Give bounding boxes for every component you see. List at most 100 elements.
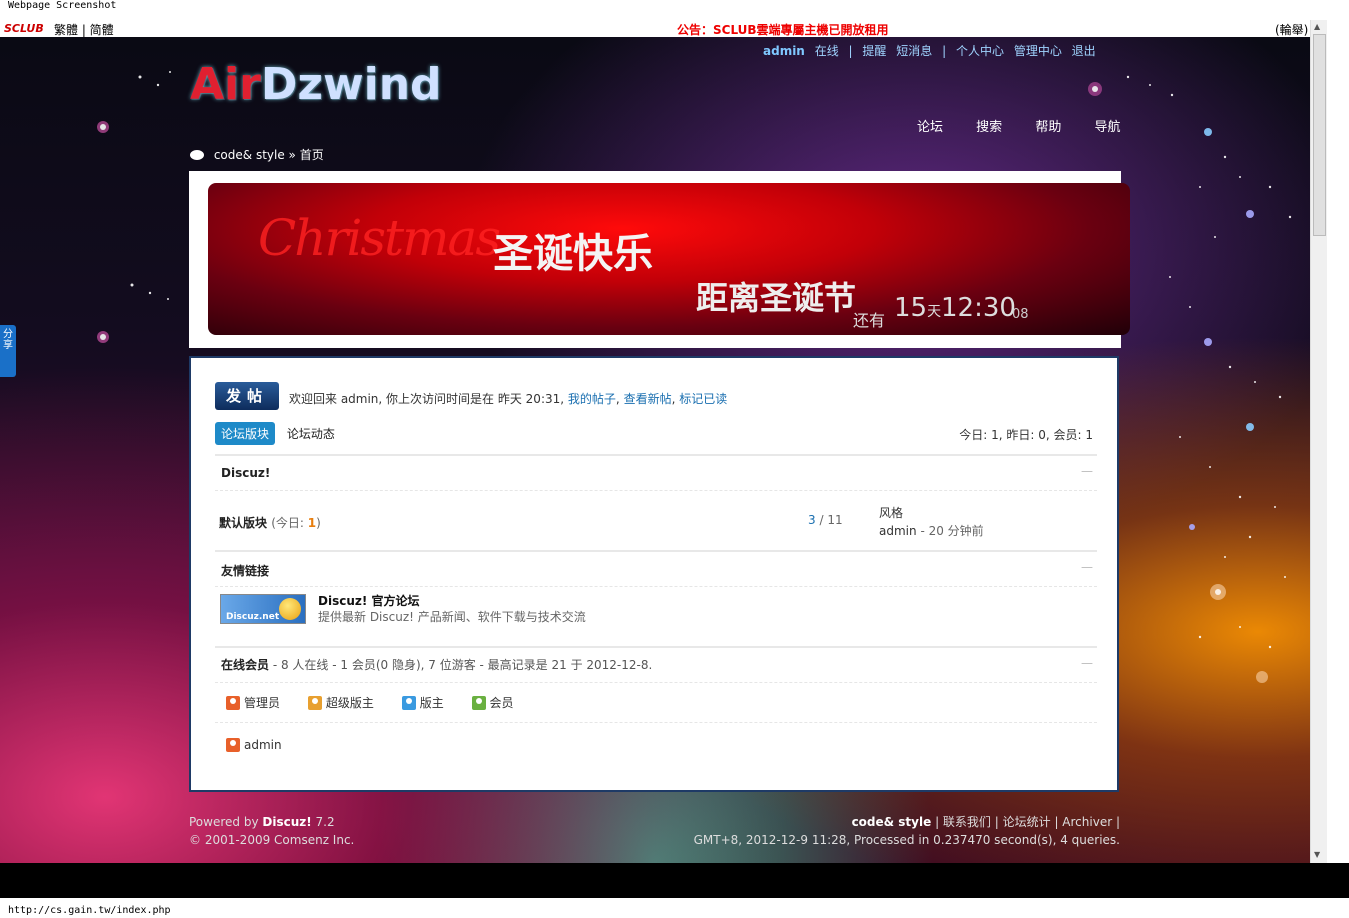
divider <box>215 586 1097 587</box>
copyright[interactable]: © 2001-2009 Comsenz Inc. <box>189 831 354 849</box>
language-switch[interactable]: 繁體 | 简體 <box>54 21 114 38</box>
member-user-icon <box>471 696 486 710</box>
username-link[interactable]: admin <box>763 44 805 58</box>
footer-site-link[interactable]: code& style <box>852 815 932 829</box>
banner-container: Christmas 圣诞快乐 距离圣诞节 还有 15天 12:30 08 <box>189 171 1130 348</box>
sclub-logo[interactable]: SCLUB <box>4 22 44 35</box>
user-links: admin 在线 | 提醒 短消息 | 个人中心 管理中心 退出 <box>763 42 1102 59</box>
forum-stats: 今日: 1, 昨日: 0, 会员: 1 <box>959 428 1093 442</box>
new-post-button[interactable]: 发帖 <box>215 382 279 410</box>
my-posts-link[interactable]: 我的帖子 <box>568 392 616 406</box>
breadcrumb-sep: » <box>288 148 296 162</box>
new-posts-link[interactable]: 查看新帖 <box>624 392 672 406</box>
mod-user-icon <box>401 696 416 710</box>
discuz-ball-icon <box>279 598 301 620</box>
site-topbar: SCLUB 繁體 | 简體 公告：SCLUB雲端專屬主機已開放租用 (輪舉) <box>0 20 1310 37</box>
breadcrumb-site[interactable]: code& style <box>214 148 285 162</box>
legend-member: 会员 <box>471 694 514 711</box>
section-friend-links: 友情链接 <box>215 562 1097 579</box>
discuz-net-logo[interactable]: Discuz.net <box>220 594 306 624</box>
share-tab[interactable]: 分享 <box>0 325 16 377</box>
breadcrumb: code& style » 首页 <box>190 146 324 163</box>
breadcrumb-current: 首页 <box>299 148 324 162</box>
powered-name[interactable]: Discuz! <box>262 815 311 829</box>
scrollbar-thumb[interactable] <box>1313 34 1326 236</box>
window-bottom-bar <box>0 863 1349 898</box>
banner-seconds: 08 <box>1012 307 1029 322</box>
nav-help[interactable]: 帮助 <box>1035 120 1061 135</box>
days-unit: 天 <box>927 304 942 320</box>
banner-days: 15天 <box>894 293 941 323</box>
powered-prefix: Powered by <box>189 815 263 829</box>
nav-navigation[interactable]: 导航 <box>1094 120 1120 135</box>
banner-time: 12:30 <box>941 293 1016 323</box>
christmas-banner[interactable]: Christmas 圣诞快乐 距离圣诞节 还有 15天 12:30 08 <box>208 183 1130 335</box>
site-logo[interactable]: AirDzwind <box>190 59 442 110</box>
legend-super-mod: 超级版主 <box>307 694 374 711</box>
welcome-text: 欢迎回来 admin, 你上次访问时间是在 昨天 20:31, <box>289 392 565 406</box>
forum-today-prefix: (今日: <box>271 516 308 530</box>
user-link-logout[interactable]: 退出 <box>1072 44 1096 58</box>
days-value: 15 <box>894 293 928 323</box>
user-link-sep: | <box>848 44 853 58</box>
forum-name-link[interactable]: 默认版块 <box>219 516 267 530</box>
divider <box>215 550 1097 552</box>
online-user-item[interactable]: admin <box>226 738 282 752</box>
section-discuz-title[interactable]: Discuz! <box>215 466 1097 480</box>
scroll-down-icon[interactable]: ▼ <box>1314 850 1320 859</box>
forum-content: 发帖 欢迎回来 admin, 你上次访问时间是在 昨天 20:31, 我的帖子,… <box>189 356 1119 792</box>
tab-forum-activity[interactable]: 论坛动态 <box>287 425 335 442</box>
nav-forum[interactable]: 论坛 <box>917 120 943 135</box>
legend-super-mod-label: 超级版主 <box>325 696 374 710</box>
footer-stats-link[interactable]: 论坛统计 <box>1003 815 1051 829</box>
divider <box>215 646 1097 648</box>
collapse-icon[interactable]: — <box>1081 656 1093 670</box>
legend-admin-label: 管理员 <box>244 696 281 710</box>
mark-read-link[interactable]: 标记已读 <box>679 392 727 406</box>
share-label: 分享 <box>3 329 13 351</box>
vertical-scrollbar[interactable]: ▲ ▼ <box>1310 20 1327 863</box>
forum-posts: 11 <box>827 513 843 527</box>
discuz-net-logo-text: Discuz.net <box>226 612 280 622</box>
user-link-notice[interactable]: 提醒 <box>862 44 886 58</box>
online-user-name[interactable]: admin <box>244 738 282 752</box>
collapse-icon[interactable]: — <box>1081 464 1093 478</box>
legend-member-label: 会员 <box>489 696 514 710</box>
user-link-admin[interactable]: 管理中心 <box>1014 44 1062 58</box>
forum-row: 默认版块 (今日: 1) <box>219 514 321 531</box>
banner-christmas-text: Christmas <box>258 209 501 267</box>
forum-today-suffix: ) <box>316 516 321 530</box>
footer-contact-link[interactable]: 联系我们 <box>943 815 991 829</box>
footer-archiver-link[interactable]: Archiver <box>1062 815 1112 829</box>
divider <box>215 454 1097 456</box>
friend-link-title[interactable]: Discuz! 官方论坛 <box>318 592 420 609</box>
screenshot-caption: Webpage Screenshot <box>8 0 117 11</box>
legend-mod-label: 版主 <box>419 696 444 710</box>
member-legend: 管理员 超级版主 版主 会员 <box>226 694 538 711</box>
online-label[interactable]: 在线会员 <box>221 658 269 672</box>
user-link-sep: | <box>942 44 947 58</box>
legend-admin: 管理员 <box>226 694 280 711</box>
banner-greeting: 圣诞快乐 <box>493 231 653 277</box>
page-url-caption: http://cs.gain.tw/index.php <box>8 905 171 916</box>
tab-forum-sections[interactable]: 论坛版块 <box>215 422 276 445</box>
footer-right: code& style | 联系我们 | 论坛统计 | Archiver | G… <box>693 815 1120 847</box>
forum-tabs: 论坛版块 论坛动态 <box>215 422 335 445</box>
section-friend-links-title: 友情链接 <box>221 564 270 578</box>
admin-user-icon <box>226 696 240 710</box>
processed-info: GMT+8, 2012-12-9 11:28, Processed in 0.2… <box>693 833 1120 847</box>
user-link-online[interactable]: 在线 <box>815 44 839 58</box>
last-post-user[interactable]: admin <box>879 524 917 538</box>
logo-part-dzwind: Dzwind <box>260 59 442 110</box>
scroll-up-icon[interactable]: ▲ <box>1314 22 1320 31</box>
announcement-link[interactable]: 公告：SCLUB雲端專屬主機已開放租用 <box>677 21 889 38</box>
last-post-title[interactable]: 风格 <box>879 504 984 522</box>
online-summary: - 8 人在线 - 1 会员(0 隐身), 7 位游客 - 最高记录是 21 于… <box>269 658 653 672</box>
user-link-pm[interactable]: 短消息 <box>896 44 932 58</box>
collapse-icon[interactable]: — <box>1081 560 1093 574</box>
user-link-profile[interactable]: 个人中心 <box>956 44 1004 58</box>
last-post-time: - 20 分钟前 <box>920 524 984 538</box>
topbar-right-link[interactable]: (輪舉) <box>1275 21 1308 38</box>
banner-remaining-label: 还有 <box>853 311 886 330</box>
nav-search[interactable]: 搜索 <box>976 120 1002 135</box>
